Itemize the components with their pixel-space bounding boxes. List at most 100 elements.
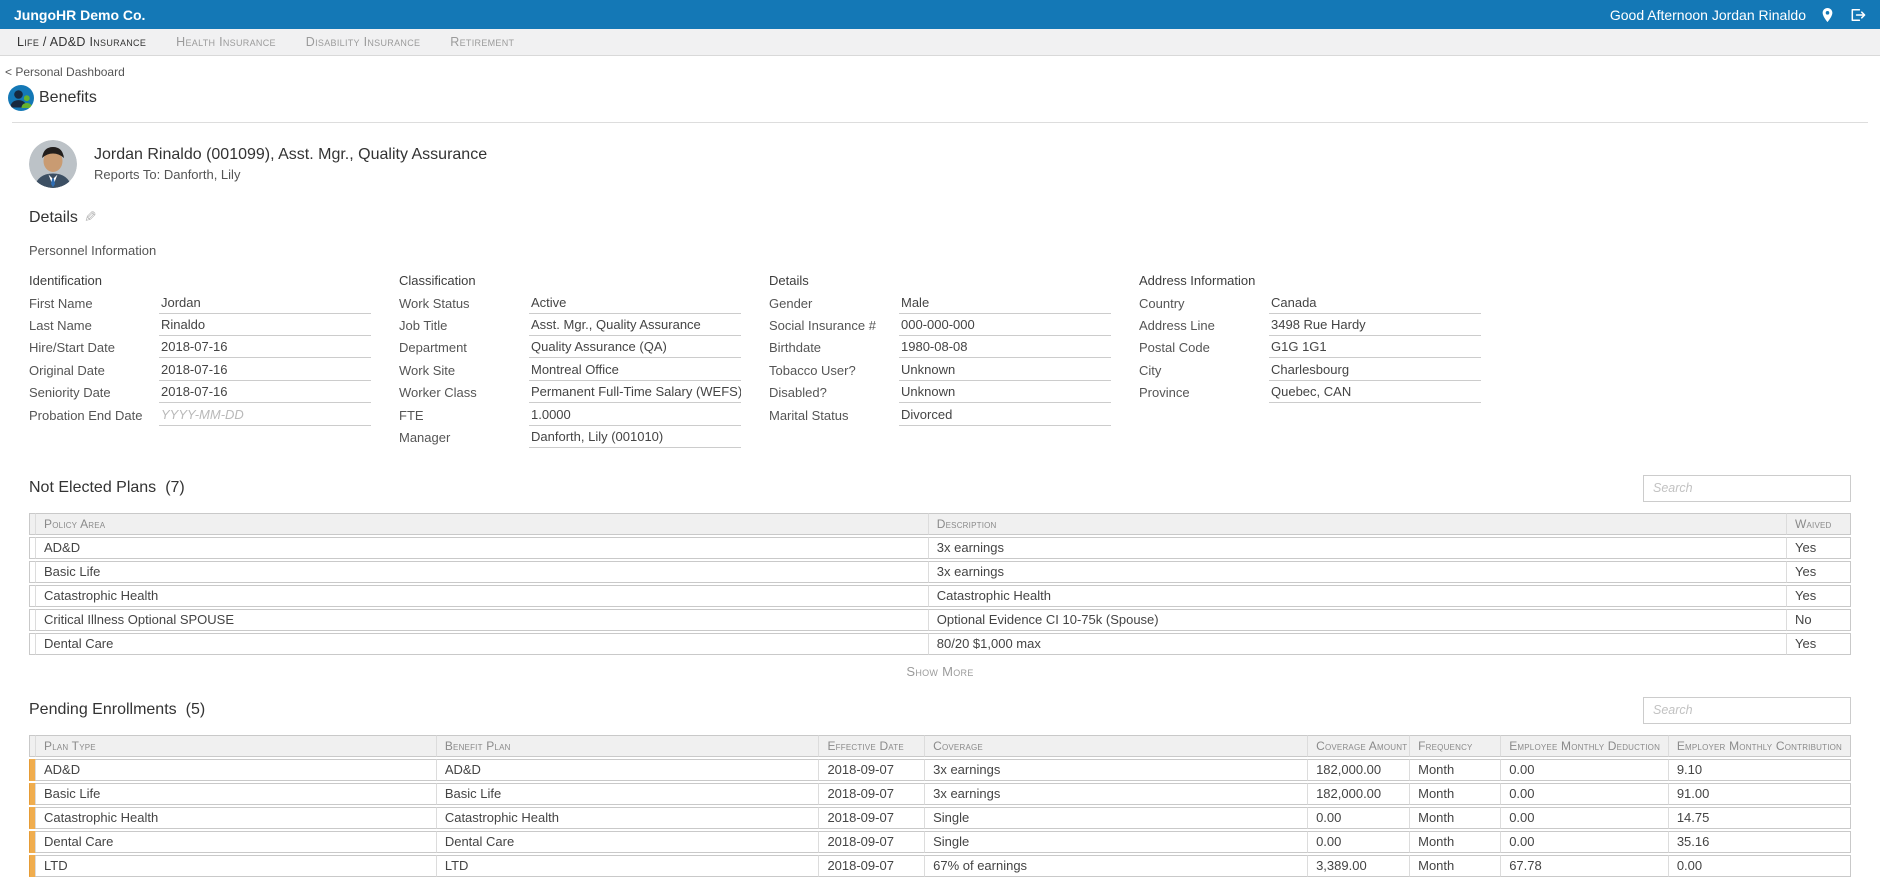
column-plan-type: Plan Type: [36, 735, 437, 757]
table-row[interactable]: Catastrophic Health Catastrophic Health …: [29, 807, 1851, 829]
pending-search-input[interactable]: [1643, 697, 1851, 724]
field-label: Last Name: [29, 318, 159, 333]
table-row[interactable]: AD&D AD&D 2018-09-07 3x earnings 182,000…: [29, 759, 1851, 781]
field-label: Work Status: [399, 296, 529, 311]
pending-enrollments-title: Pending Enrollments(5): [29, 701, 205, 719]
not-elected-plans-table: Policy Area Description Waived AD&D 3x e…: [29, 511, 1851, 657]
cell-description: 3x earnings: [929, 537, 1787, 559]
table-row[interactable]: Dental Care Dental Care 2018-09-07 Singl…: [29, 831, 1851, 853]
tab-life-add-insurance[interactable]: Life / AD&D Insurance: [2, 35, 161, 49]
field-value[interactable]: Male: [899, 293, 1111, 314]
cell-employee-monthly-deduction: 0.00: [1501, 783, 1669, 805]
field-value[interactable]: Unknown: [899, 360, 1111, 381]
table-row[interactable]: Critical Illness Optional SPOUSE Optiona…: [29, 609, 1851, 631]
field-value[interactable]: 3498 Rue Hardy: [1269, 315, 1481, 336]
cell-description: Catastrophic Health: [929, 585, 1787, 607]
cell-waived: Yes: [1787, 633, 1851, 655]
cell-coverage: 3x earnings: [925, 783, 1308, 805]
field-label: Manager: [399, 430, 529, 445]
cell-description: 80/20 $1,000 max: [929, 633, 1787, 655]
table-row[interactable]: Catastrophic Health Catastrophic Health …: [29, 585, 1851, 607]
field-value[interactable]: Jordan: [159, 293, 371, 314]
field-value[interactable]: Asst. Mgr., Quality Assurance: [529, 315, 741, 336]
column-waived: Waived: [1787, 513, 1851, 535]
field-value[interactable]: Rinaldo: [159, 315, 371, 336]
show-more-button[interactable]: Show More: [29, 664, 1851, 679]
identification-column: Identification First Name Jordan Last Na…: [29, 273, 371, 449]
cell-description: 3x earnings: [929, 561, 1787, 583]
field-label: Department: [399, 340, 529, 355]
field-label: Original Date: [29, 363, 159, 378]
column-coverage: Coverage: [925, 735, 1308, 757]
benefits-icon: [8, 85, 34, 111]
field-row: Postal Code G1G 1G1: [1139, 337, 1481, 359]
not-elected-search-input[interactable]: [1643, 475, 1851, 502]
field-value[interactable]: G1G 1G1: [1269, 337, 1481, 358]
cell-benefit-plan: Catastrophic Health: [437, 807, 820, 829]
employee-profile-header: Jordan Rinaldo (001099), Asst. Mgr., Qua…: [29, 140, 1851, 188]
pending-count: (5): [186, 701, 206, 718]
field-value[interactable]: Montreal Office: [529, 360, 741, 381]
cell-coverage-amount: 0.00: [1308, 807, 1410, 829]
cell-employer-monthly-contribution: 35.16: [1669, 831, 1851, 853]
column-benefit-plan: Benefit Plan: [437, 735, 820, 757]
field-value[interactable]: Unknown: [899, 382, 1111, 403]
details-column: Details Gender Male Social Insurance # 0…: [769, 273, 1111, 449]
cell-benefit-plan: AD&D: [437, 759, 820, 781]
location-pin-icon[interactable]: [1821, 7, 1834, 23]
field-value[interactable]: Quality Assurance (QA): [529, 337, 741, 358]
not-elected-plans-title: Not Elected Plans(7): [29, 479, 185, 497]
edit-pencil-icon[interactable]: ✎: [84, 208, 97, 226]
field-row: Last Name Rinaldo: [29, 314, 371, 336]
field-label: Worker Class: [399, 385, 529, 400]
tab-retirement[interactable]: Retirement: [435, 35, 529, 49]
field-value[interactable]: 2018-07-16: [159, 360, 371, 381]
cell-coverage: 67% of earnings: [925, 855, 1308, 877]
cell-effective-date: 2018-09-07: [819, 807, 925, 829]
row-strip: [29, 585, 36, 607]
cell-plan-type: LTD: [36, 855, 437, 877]
cell-policy-area: Catastrophic Health: [36, 585, 929, 607]
field-value[interactable]: 2018-07-16: [159, 337, 371, 358]
field-label: Province: [1139, 385, 1269, 400]
breadcrumb-personal-dashboard[interactable]: < Personal Dashboard: [0, 56, 131, 79]
field-value[interactable]: Quebec, CAN: [1269, 382, 1481, 403]
cell-frequency: Month: [1410, 855, 1501, 877]
logout-icon[interactable]: [1849, 7, 1866, 23]
tab-disability-insurance[interactable]: Disability Insurance: [291, 35, 436, 49]
not-elected-plans-section: Not Elected Plans(7) Policy Area Descrip…: [29, 475, 1851, 679]
field-label: Probation End Date: [29, 408, 159, 423]
tab-health-insurance[interactable]: Health Insurance: [161, 35, 291, 49]
field-value[interactable]: Active: [529, 293, 741, 314]
table-row[interactable]: AD&D 3x earnings Yes: [29, 537, 1851, 559]
field-value[interactable]: 1980-08-08: [899, 337, 1111, 358]
insurance-tab-bar: Life / AD&D Insurance Health Insurance D…: [0, 29, 1880, 56]
field-row: First Name Jordan: [29, 292, 371, 314]
field-row: Country Canada: [1139, 292, 1481, 314]
cell-plan-type: Basic Life: [36, 783, 437, 805]
field-label: Tobacco User?: [769, 363, 899, 378]
field-value[interactable]: 000-000-000: [899, 315, 1111, 336]
field-value[interactable]: Permanent Full-Time Salary (WEFS): [529, 382, 741, 403]
field-value[interactable]: Charlesbourg: [1269, 360, 1481, 381]
field-value[interactable]: Divorced: [899, 405, 1111, 426]
field-value[interactable]: Danforth, Lily (001010): [529, 427, 741, 448]
field-value[interactable]: YYYY-MM-DD: [159, 405, 371, 426]
field-label: Birthdate: [769, 340, 899, 355]
table-row[interactable]: LTD LTD 2018-09-07 67% of earnings 3,389…: [29, 855, 1851, 877]
field-value[interactable]: 2018-07-16: [159, 382, 371, 403]
field-row: Original Date 2018-07-16: [29, 359, 371, 381]
cell-coverage: Single: [925, 831, 1308, 853]
row-strip: [29, 561, 36, 583]
field-value[interactable]: 1.0000: [529, 405, 741, 426]
cell-employee-monthly-deduction: 67.78: [1501, 855, 1669, 877]
table-row[interactable]: Basic Life Basic Life 2018-09-07 3x earn…: [29, 783, 1851, 805]
top-bar: JungoHR Demo Co. Good Afternoon Jordan R…: [0, 0, 1880, 29]
cell-frequency: Month: [1410, 807, 1501, 829]
field-label: Disabled?: [769, 385, 899, 400]
personnel-grid: Identification First Name Jordan Last Na…: [29, 273, 1851, 449]
table-row[interactable]: Basic Life 3x earnings Yes: [29, 561, 1851, 583]
field-value[interactable]: Canada: [1269, 293, 1481, 314]
table-row[interactable]: Dental Care 80/20 $1,000 max Yes: [29, 633, 1851, 655]
field-row: Seniority Date 2018-07-16: [29, 382, 371, 404]
